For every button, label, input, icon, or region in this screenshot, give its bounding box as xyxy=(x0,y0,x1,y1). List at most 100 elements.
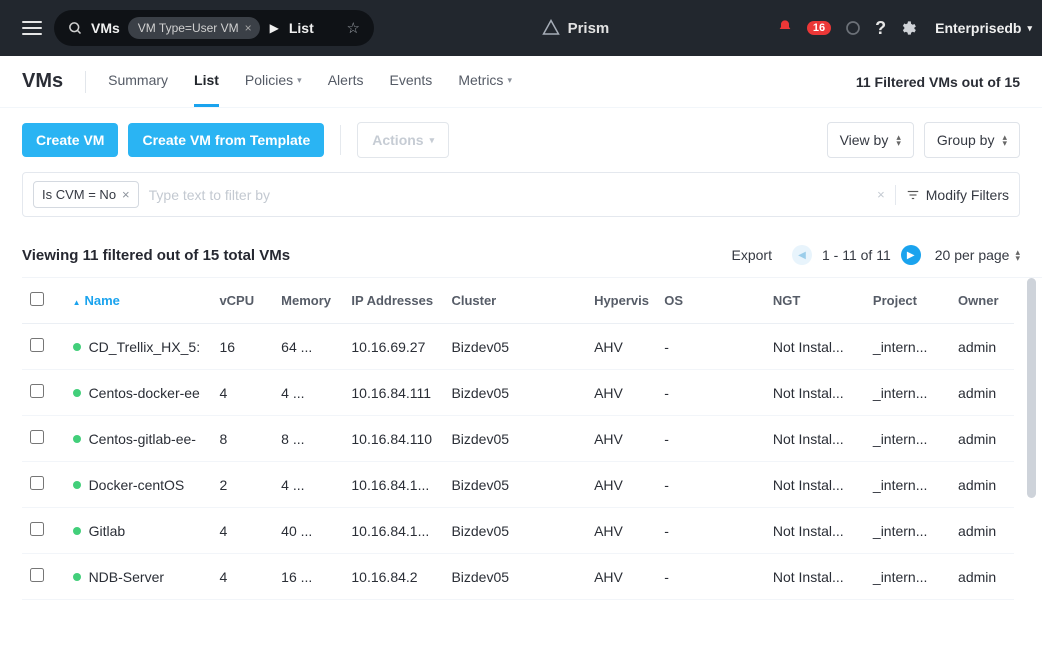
status-dot-icon xyxy=(73,435,81,443)
search-icon[interactable] xyxy=(68,21,83,36)
row-checkbox[interactable] xyxy=(30,338,44,352)
row-checkbox[interactable] xyxy=(30,522,44,536)
tab-list[interactable]: List xyxy=(194,56,219,107)
tab-metrics[interactable]: Metrics▾ xyxy=(458,56,512,107)
table-row[interactable]: Docker-centOS24 ...10.16.84.1...Bizdev05… xyxy=(22,462,1014,508)
cell-hypervisor: AHV xyxy=(586,370,656,416)
cell-ip: 10.16.84.1... xyxy=(343,462,443,508)
cell-project: _intern... xyxy=(865,554,950,600)
col-project[interactable]: Project xyxy=(865,278,950,324)
tab-alerts[interactable]: Alerts xyxy=(328,56,364,107)
tab-policies[interactable]: Policies▾ xyxy=(245,56,302,107)
pager-prev-button[interactable]: ◀ xyxy=(792,245,812,265)
col-ngt[interactable]: NGT xyxy=(765,278,865,324)
chevron-down-icon: ▾ xyxy=(1027,23,1032,34)
breadcrumb-leaf[interactable]: List xyxy=(289,20,314,36)
create-vm-button[interactable]: Create VM xyxy=(22,123,118,157)
action-row: Create VM Create VM from Template Action… xyxy=(0,108,1042,172)
separator xyxy=(85,71,86,93)
tab-summary[interactable]: Summary xyxy=(108,56,168,107)
user-menu[interactable]: Enterprisedb ▾ xyxy=(931,20,1032,36)
col-hypervisor[interactable]: Hypervis xyxy=(586,278,656,324)
row-checkbox[interactable] xyxy=(30,430,44,444)
gear-icon[interactable] xyxy=(900,20,917,37)
row-checkbox[interactable] xyxy=(30,476,44,490)
chevron-down-icon: ▾ xyxy=(507,75,512,86)
col-ip[interactable]: IP Addresses xyxy=(343,278,443,324)
hamburger-menu[interactable] xyxy=(22,21,42,35)
close-icon[interactable]: × xyxy=(122,187,130,202)
table-row[interactable]: CD_Trellix_HX_5:1664 ...10.16.69.27Bizde… xyxy=(22,324,1014,370)
row-checkbox[interactable] xyxy=(30,568,44,582)
cell-memory: 16 ... xyxy=(273,554,343,600)
actions-dropdown[interactable]: Actions ▾ xyxy=(357,122,449,158)
pager: ◀ 1 - 11 of 11 ▶ xyxy=(792,245,921,265)
row-checkbox[interactable] xyxy=(30,384,44,398)
export-button[interactable]: Export xyxy=(732,247,772,263)
notifications-button[interactable] xyxy=(777,19,793,38)
subheader: VMs Summary List Policies▾ Alerts Events… xyxy=(0,56,1042,108)
cell-cluster: Bizdev05 xyxy=(443,554,586,600)
col-name[interactable]: ▲Name xyxy=(65,278,212,324)
chevron-down-icon: ▾ xyxy=(430,135,435,146)
scrollbar[interactable] xyxy=(1027,278,1036,498)
vm-table: ▲Name vCPU Memory IP Addresses Cluster H… xyxy=(22,278,1014,600)
cell-owner: admin xyxy=(950,508,1014,554)
app-brand: Prism xyxy=(374,19,777,37)
group-by-selector[interactable]: Group by ▴▾ xyxy=(924,122,1020,158)
col-cluster[interactable]: Cluster xyxy=(443,278,586,324)
cell-memory: 40 ... xyxy=(273,508,343,554)
cell-vcpu: 4 xyxy=(211,554,273,600)
activity-icon[interactable] xyxy=(845,20,861,36)
col-vcpu[interactable]: vCPU xyxy=(211,278,273,324)
vm-name: Centos-gitlab-ee- xyxy=(89,431,196,447)
cell-os: - xyxy=(656,324,765,370)
create-vm-from-template-button[interactable]: Create VM from Template xyxy=(128,123,324,157)
view-by-selector[interactable]: View by ▴▾ xyxy=(827,122,914,158)
tab-events[interactable]: Events xyxy=(390,56,433,107)
cell-cluster: Bizdev05 xyxy=(443,324,586,370)
table-row[interactable]: Centos-docker-ee44 ...10.16.84.111Bizdev… xyxy=(22,370,1014,416)
filter-chip-is-cvm[interactable]: Is CVM = No × xyxy=(33,181,139,208)
cell-vcpu: 4 xyxy=(211,508,273,554)
pager-range-text: 1 - 11 of 11 xyxy=(822,247,891,263)
close-icon[interactable]: × xyxy=(245,21,252,35)
filter-chip-label: VM Type=User VM xyxy=(138,21,239,35)
breadcrumb-root[interactable]: VMs xyxy=(91,20,120,36)
cell-ip: 10.16.69.27 xyxy=(343,324,443,370)
modify-filters-button[interactable]: Modify Filters xyxy=(906,187,1009,203)
cell-os: - xyxy=(656,370,765,416)
table-row[interactable]: NDB-Server416 ...10.16.84.2Bizdev05AHV-N… xyxy=(22,554,1014,600)
pager-next-button[interactable]: ▶ xyxy=(901,245,921,265)
filter-text-input[interactable] xyxy=(149,187,868,203)
separator xyxy=(895,185,896,205)
col-owner[interactable]: Owner xyxy=(950,278,1014,324)
filtered-count-text: 11 Filtered VMs out of 15 xyxy=(856,74,1020,90)
breadcrumb-filter-chip[interactable]: VM Type=User VM × xyxy=(128,17,260,39)
sort-asc-icon: ▲ xyxy=(73,298,81,307)
col-memory[interactable]: Memory xyxy=(273,278,343,324)
table-row[interactable]: Centos-gitlab-ee-88 ...10.16.84.110Bizde… xyxy=(22,416,1014,462)
col-os[interactable]: OS xyxy=(656,278,765,324)
cell-ngt: Not Instal... xyxy=(765,508,865,554)
clear-filter-button[interactable]: × xyxy=(877,187,885,202)
chevron-down-icon: ▾ xyxy=(297,75,302,86)
separator xyxy=(340,125,341,155)
cell-owner: admin xyxy=(950,554,1014,600)
table-row[interactable]: Gitlab440 ...10.16.84.1...Bizdev05AHV-No… xyxy=(22,508,1014,554)
cell-memory: 4 ... xyxy=(273,462,343,508)
col-checkbox[interactable] xyxy=(22,278,65,324)
status-dot-icon xyxy=(73,389,81,397)
star-icon[interactable]: ☆ xyxy=(347,19,360,37)
cell-project: _intern... xyxy=(865,324,950,370)
status-dot-icon xyxy=(73,527,81,535)
per-page-selector[interactable]: 20 per page ▴▾ xyxy=(935,247,1020,263)
cell-vcpu: 2 xyxy=(211,462,273,508)
cell-project: _intern... xyxy=(865,508,950,554)
cell-ip: 10.16.84.2 xyxy=(343,554,443,600)
cell-ip: 10.16.84.110 xyxy=(343,416,443,462)
vm-name: NDB-Server xyxy=(89,569,164,585)
cell-hypervisor: AHV xyxy=(586,324,656,370)
help-icon[interactable]: ? xyxy=(875,18,886,39)
select-all-checkbox[interactable] xyxy=(30,292,44,306)
